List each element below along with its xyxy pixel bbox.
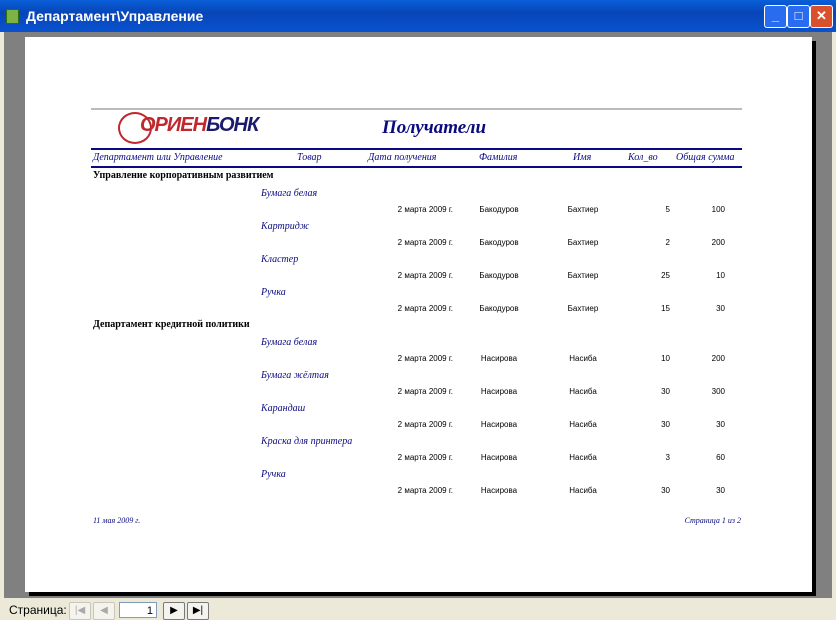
qty-cell: 25 [661, 271, 670, 280]
date-cell: 2 марта 2009 г. [397, 486, 453, 495]
sum-cell: 30 [716, 420, 725, 429]
sum-cell: 300 [711, 387, 725, 396]
date-cell: 2 марта 2009 г. [397, 453, 453, 462]
product-name: Бумага белая [261, 188, 318, 199]
product-name: Картридж [261, 221, 310, 232]
sum-cell: 200 [711, 354, 725, 363]
qty-cell: 30 [661, 486, 670, 495]
qty-cell: 3 [665, 453, 670, 462]
date-cell: 2 марта 2009 г. [397, 238, 453, 247]
sum-cell: 200 [711, 238, 725, 247]
header-rule-top [91, 148, 742, 150]
last-page-button[interactable]: ▶| [187, 602, 209, 620]
product-name: Ручка [261, 287, 286, 298]
sum-cell: 60 [716, 453, 725, 462]
report-icon [6, 9, 19, 24]
qty-cell: 5 [665, 205, 670, 214]
column-header: Фамилия [479, 152, 518, 163]
first-name-cell: Бахтиер [567, 271, 599, 280]
footer-date: 11 мая 2009 г. [93, 516, 141, 525]
sum-cell: 10 [716, 271, 725, 280]
qty-cell: 15 [661, 304, 670, 313]
date-cell: 2 марта 2009 г. [397, 420, 453, 429]
sum-cell: 30 [716, 486, 725, 495]
qty-cell: 30 [661, 387, 670, 396]
date-cell: 2 марта 2009 г. [397, 205, 453, 214]
qty-cell: 2 [665, 238, 670, 247]
date-cell: 2 марта 2009 г. [397, 304, 453, 313]
group-header: Управление корпоративным развитием [93, 170, 274, 181]
title-bar: Департамент\Управление _ □ ✕ [0, 0, 836, 32]
date-cell: 2 марта 2009 г. [397, 387, 453, 396]
column-header: Кол_во [628, 152, 658, 163]
last-name-cell: Бакодуров [479, 304, 519, 313]
maximize-button[interactable]: □ [787, 5, 810, 28]
header-rule-bottom [91, 166, 742, 168]
date-cell: 2 марта 2009 г. [397, 271, 453, 280]
first-name-cell: Бахтиер [567, 304, 599, 313]
product-name: Бумага белая [261, 337, 318, 348]
product-name: Краска для принтера [261, 436, 353, 447]
minimize-button[interactable]: _ [764, 5, 787, 28]
first-page-button[interactable]: |◀ [69, 602, 91, 620]
group-header: Департамент кредитной политики [93, 319, 250, 330]
first-name-cell: Бахтиер [567, 205, 599, 214]
first-name-cell: Насиба [569, 354, 597, 363]
first-name-cell: Насиба [569, 420, 597, 429]
last-name-cell: Насирова [480, 453, 518, 462]
report-title: Получатели [382, 117, 487, 138]
window-title: Департамент\Управление [26, 8, 204, 24]
column-header: Дата получения [368, 152, 437, 163]
product-name: Кластер [261, 254, 299, 265]
first-name-cell: Насиба [569, 453, 597, 462]
product-name: Бумага жёлтая [261, 370, 329, 381]
page-label: Страница: [9, 603, 67, 617]
bank-logo: ОРИЕНБОНК [118, 112, 259, 144]
column-header: Товар [297, 152, 322, 163]
last-name-cell: Насирова [480, 420, 518, 429]
navigation-bar: Страница: |◀ ◀ 1 ▶ ▶| [0, 600, 836, 620]
sum-cell: 100 [711, 205, 725, 214]
top-divider [91, 108, 742, 110]
last-name-cell: Насирова [480, 486, 518, 495]
close-button[interactable]: ✕ [810, 5, 833, 28]
qty-cell: 30 [661, 420, 670, 429]
product-name: Карандаш [261, 403, 306, 414]
product-name: Ручка [261, 469, 286, 480]
sum-cell: 30 [716, 304, 725, 313]
last-name-cell: Бакодуров [479, 205, 519, 214]
footer-page: Страница 1 из 2 [684, 516, 741, 525]
first-name-cell: Бахтиер [567, 238, 599, 247]
last-name-cell: Бакодуров [479, 238, 519, 247]
column-header: Общая сумма [676, 152, 735, 163]
column-header: Департамент или Управление [93, 152, 223, 163]
last-name-cell: Насирова [480, 354, 518, 363]
first-name-cell: Насиба [569, 486, 597, 495]
column-header: Имя [573, 152, 592, 163]
date-cell: 2 марта 2009 г. [397, 354, 453, 363]
qty-cell: 10 [661, 354, 670, 363]
next-page-button[interactable]: ▶ [163, 602, 185, 620]
page-number-input[interactable]: 1 [119, 602, 157, 618]
last-name-cell: Насирова [480, 387, 518, 396]
last-name-cell: Бакодуров [479, 271, 519, 280]
first-name-cell: Насиба [569, 387, 597, 396]
prev-page-button[interactable]: ◀ [93, 602, 115, 620]
